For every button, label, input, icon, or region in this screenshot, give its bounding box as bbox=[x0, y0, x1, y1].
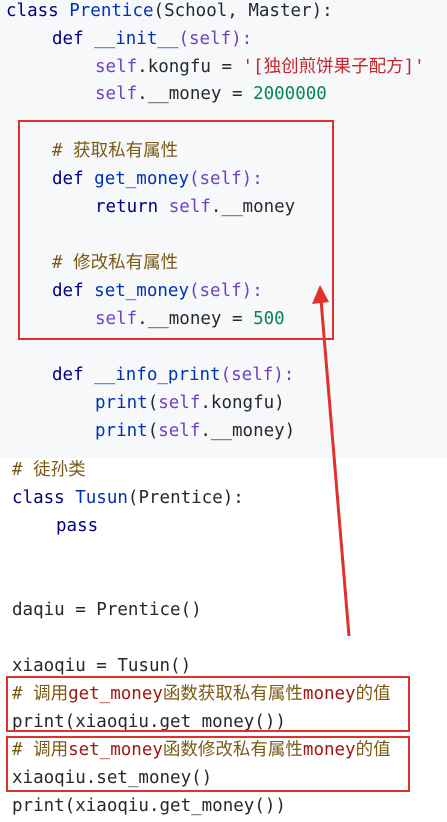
arrow-head bbox=[312, 285, 329, 304]
annotation-arrow bbox=[312, 285, 351, 637]
arrow-shaft bbox=[319, 299, 351, 637]
